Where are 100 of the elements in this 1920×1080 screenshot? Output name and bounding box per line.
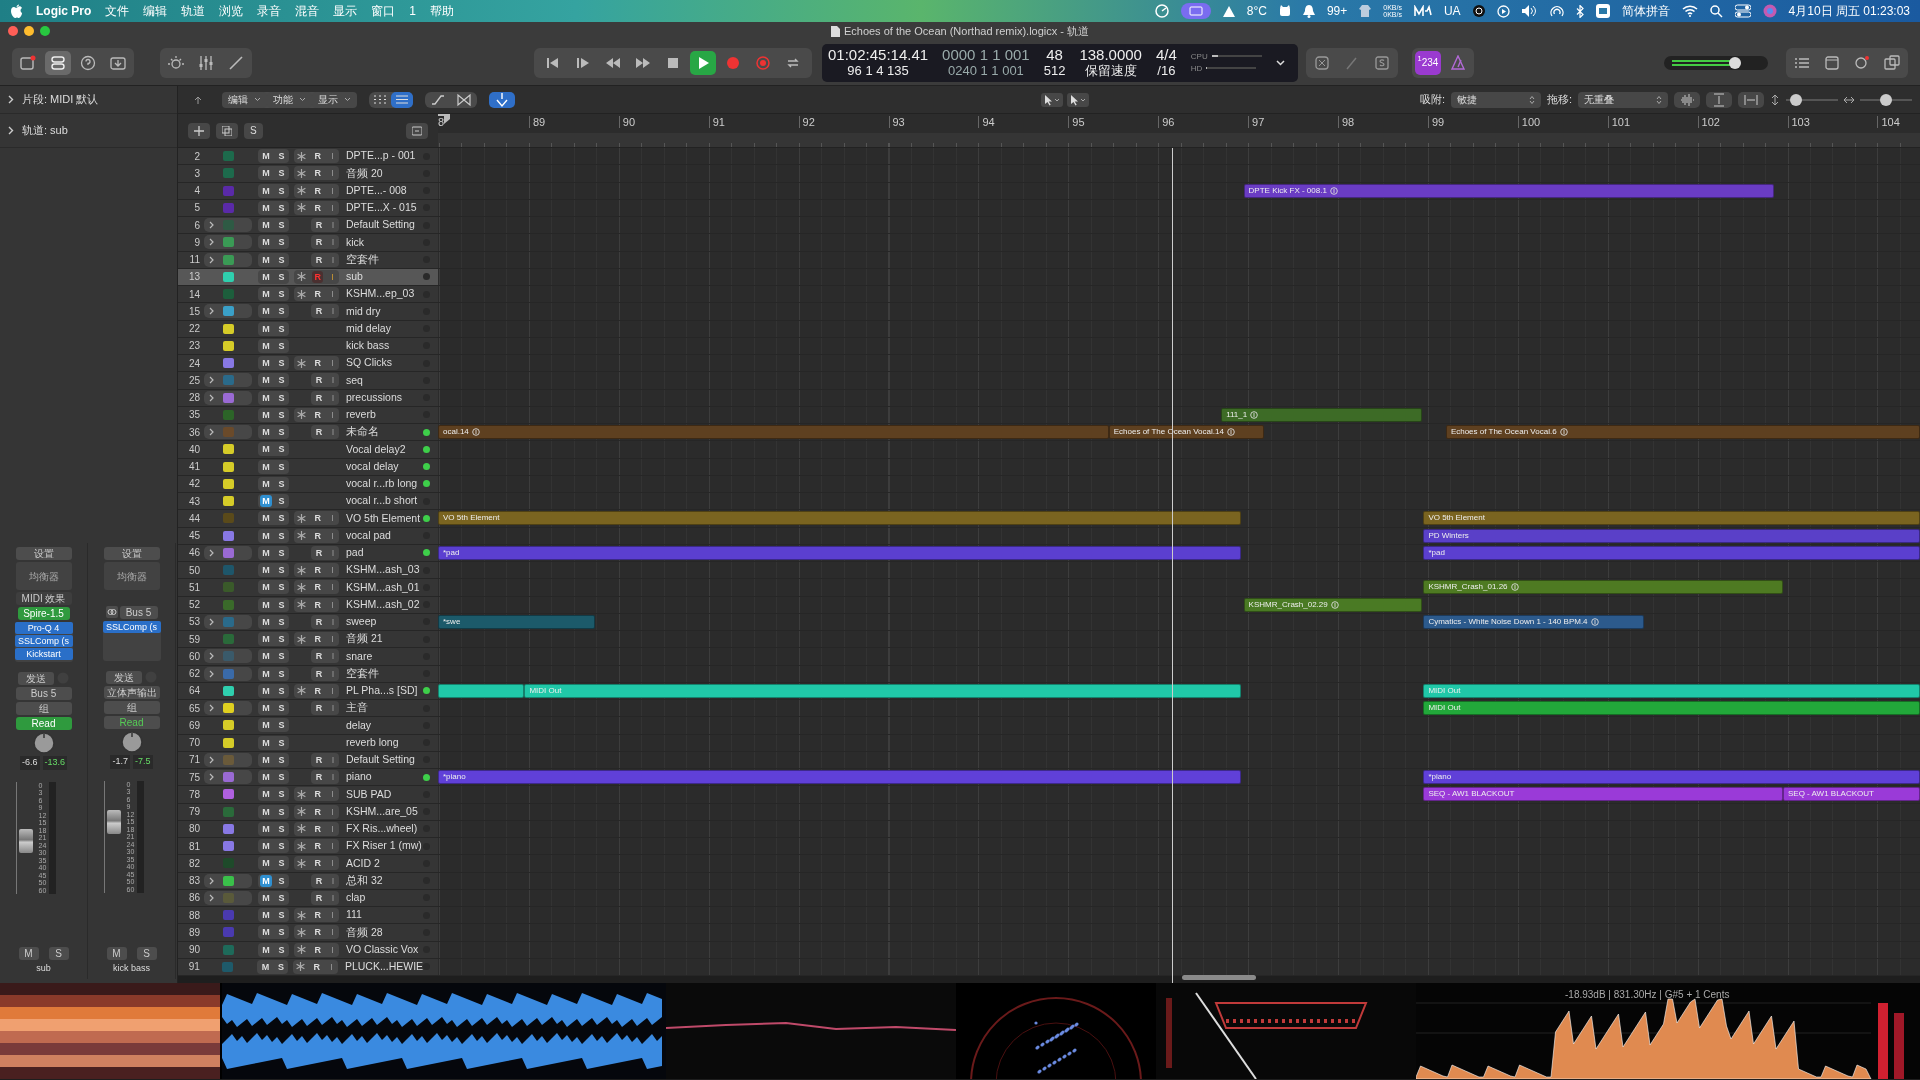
record-enable-button[interactable]: R [312,840,323,853]
clock-text[interactable]: 4月10日 周五 01:23:03 [1788,2,1910,20]
solo-button[interactable]: S [276,702,287,715]
solo-button[interactable]: S [276,270,287,283]
notification-count[interactable]: 99+ [1326,2,1348,20]
track-header[interactable]: 40 M S Vocal delay2 [178,441,438,458]
record-enable-button[interactable]: R [312,857,323,870]
plugin-slot[interactable]: Kickstart [14,648,73,660]
temperature-text[interactable]: 8°C [1246,2,1267,20]
play-circle-icon[interactable] [1496,4,1510,18]
mute-button[interactable]: M [260,322,272,335]
freeze-icon[interactable] [297,168,307,178]
input-method[interactable]: 简体拼音 [1621,2,1670,20]
freeze-icon[interactable] [297,634,307,644]
record-enable-button[interactable]: R [313,219,325,232]
record-enable-button[interactable]: R [312,357,323,370]
record-enable-button[interactable]: R [313,702,325,715]
region[interactable] [438,683,525,698]
record-enable-button[interactable]: R [313,667,325,680]
disclosure-icon[interactable] [209,428,214,437]
drag-dropdown[interactable]: 无重叠 [1578,91,1668,108]
freeze-icon[interactable] [297,186,307,196]
mute-button[interactable]: M [260,288,272,301]
automation-mode[interactable]: Read [103,716,160,729]
app-menu[interactable]: Logic Pro [36,2,92,20]
record-enable-button[interactable]: R [313,253,325,266]
solo-button[interactable]: S [276,857,287,870]
solo-button[interactable]: S [275,960,286,973]
solo-button[interactable]: S [276,926,287,939]
mute-button[interactable]: M [260,805,272,818]
record-enable-button[interactable]: R [313,546,325,559]
menu-item[interactable]: 录音 [257,2,282,20]
region[interactable]: *piano [1423,770,1920,784]
solo-button[interactable]: S [276,305,287,318]
freeze-icon[interactable] [297,945,307,955]
track-header[interactable]: 51 M S R I KSHM...ash_01 [178,579,438,596]
record-enable-button[interactable]: R [312,598,323,611]
record-enable-button[interactable]: R [313,874,325,887]
input-slot[interactable]: Bus 5 [119,606,158,619]
group-slot[interactable]: 组 [103,701,160,714]
chevron-down-icon[interactable] [1275,59,1285,66]
solo-button[interactable]: S [276,236,287,249]
pointer-tool-icon[interactable] [1041,92,1063,107]
solo-button[interactable]: S [276,288,287,301]
record-enable-button[interactable]: R [313,650,325,663]
disclosure-icon[interactable] [209,548,214,557]
freeze-icon[interactable] [297,410,307,420]
menu-item[interactable]: 浏览 [219,2,244,20]
solo-button[interactable]: S [276,581,287,594]
midi-fx-slot[interactable]: MIDI 效果 [15,592,72,605]
freeze-icon[interactable] [297,531,307,541]
eq-display[interactable]: 均衡器 [103,562,160,590]
solo-button[interactable]: S [276,150,287,163]
mute-button[interactable]: M [260,529,272,542]
solo-button[interactable]: S [276,512,287,525]
mute-button[interactable]: M [260,305,272,318]
solo-button[interactable]: S [48,946,69,960]
mute-button[interactable]: M [260,822,272,835]
record-enable-button[interactable]: R [312,788,323,801]
fit-width-button[interactable] [1738,91,1764,108]
record-enable-button[interactable]: R [312,943,323,956]
mute-button[interactable]: M [260,270,272,283]
freeze-icon[interactable] [297,203,307,213]
menu-item[interactable]: 显示 [333,2,358,20]
mute-button[interactable]: M [260,891,272,904]
wifi-icon[interactable] [1681,5,1698,17]
mute-button[interactable]: M [260,219,272,232]
solo-button[interactable]: S [276,357,287,370]
region[interactable]: KSHMR_Crash_01.26 [1423,580,1783,595]
mute-button[interactable]: M [260,512,272,525]
mute-button[interactable]: M [260,581,272,594]
record-enable-button[interactable]: R [312,564,323,577]
plugin-slot[interactable]: Pro-Q 4 [14,622,73,634]
solo-button[interactable]: S [276,891,287,904]
record-enable-button[interactable]: R [312,529,323,542]
menu-item[interactable]: 轨道 [181,2,206,20]
minimize-button[interactable] [24,26,34,36]
record-enable-button[interactable]: R [312,684,323,697]
airdrop-icon[interactable] [1549,5,1564,17]
fader-handle[interactable] [106,810,121,835]
snap-dropdown[interactable]: 敏捷 [1450,91,1541,108]
solo-button[interactable]: S [276,822,287,835]
mute-button[interactable]: M [260,150,272,163]
solo-button[interactable]: S [276,615,287,628]
output-slot[interactable]: 立体声输出 [103,686,160,699]
close-button[interactable] [8,26,18,36]
mute-button[interactable]: M [260,408,272,421]
freeze-icon[interactable] [297,565,307,575]
setting-button[interactable]: 设置 [103,547,160,560]
solo-button[interactable]: S [276,322,287,335]
solo-button[interactable]: S [276,753,287,766]
mute-button[interactable]: M [260,443,272,456]
solo-button[interactable]: S [276,426,287,439]
mute-button[interactable]: M [260,477,272,490]
record-enable-button[interactable]: R [311,960,322,973]
record-enable-button[interactable]: R [312,201,323,214]
solo-button[interactable]: S [276,495,287,508]
count-in-button[interactable]: $^{1}$234 [1415,50,1441,75]
solo-button[interactable]: S [276,736,287,749]
disclosure-icon[interactable] [209,704,214,713]
